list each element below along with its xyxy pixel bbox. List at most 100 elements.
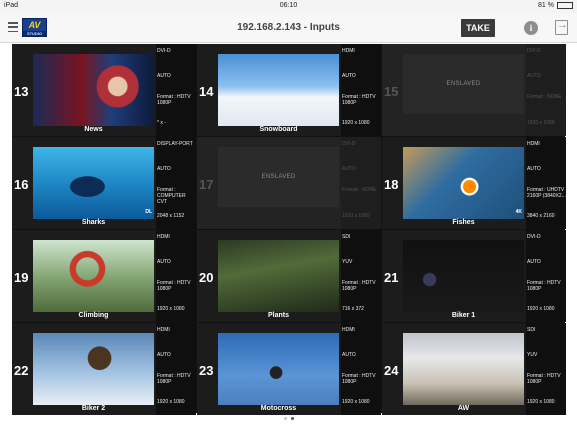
input-preview[interactable] — [218, 54, 339, 126]
input-preview[interactable] — [218, 240, 339, 312]
input-number: 16 — [14, 177, 29, 192]
input-resolution: 1920 x 1080 — [157, 399, 185, 405]
input-mode: YUV — [342, 259, 353, 265]
input-name: Climbing — [78, 312, 109, 319]
input-name: Biker 2 — [81, 405, 106, 412]
nav-bar: AV STUDIO 192.168.2.143 - Inputs TAKE i — [0, 13, 577, 43]
input-number: 18 — [384, 177, 399, 192]
input-number: 22 — [14, 363, 29, 378]
input-number: 17 — [199, 177, 214, 192]
input-name: Sharks — [81, 219, 106, 226]
input-number: 24 — [384, 363, 399, 378]
input-preview[interactable] — [218, 333, 339, 405]
input-type: DISPLAY-PORT — [157, 141, 193, 147]
inputs-grid: 13 News DVI-D AUTO Format : HDTV 1080P *… — [12, 44, 566, 415]
input-tag: 4K — [515, 209, 522, 215]
input-tile-20[interactable]: 20 Plants SDI YUV Format : HDTV 1080P 71… — [197, 230, 381, 322]
input-name: Motocross — [260, 405, 297, 412]
input-name: AW — [457, 405, 470, 412]
battery-percent: 81 % — [538, 2, 554, 9]
input-resolution: 1920 x 1080 — [527, 120, 555, 126]
input-mode: YUV — [527, 352, 538, 358]
input-info-panel: HDMI AUTO Format : HDTV 1080P 1920 x 108… — [341, 44, 381, 136]
enslaved-label: ENSLAVED — [218, 147, 339, 207]
input-info-panel: DISPLAY-PORT AUTO Format : COMPUTER CVT … — [156, 137, 196, 229]
input-type: DVI-D — [527, 234, 541, 240]
input-format: Format : UHDTV 2160P (3840X2... — [527, 187, 566, 199]
input-name: Snowboard — [259, 126, 298, 133]
input-info-panel: SDI YUV Format : HDTV 1080P 716 x 372 — [341, 230, 381, 322]
input-resolution: * x - — [157, 120, 166, 126]
input-tile-24[interactable]: 24 AW SDI YUV Format : HDTV 1080P 1920 x… — [382, 323, 566, 415]
input-mode: AUTO — [157, 73, 171, 79]
input-type: HDMI — [157, 234, 170, 240]
input-info-panel: SDI YUV Format : HDTV 1080P 1920 x 1080 — [526, 323, 566, 415]
input-tile-14[interactable]: 14 Snowboard HDMI AUTO Format : HDTV 108… — [197, 44, 381, 136]
input-format: Format : HDTV 1080P — [342, 373, 376, 385]
input-info-panel: DVI-D AUTO Format : NONE 1920 x 1080 — [341, 137, 381, 229]
input-resolution: 3840 x 2160 — [527, 213, 555, 219]
input-resolution: 1920 x 1080 — [342, 213, 370, 219]
input-name: Biker 1 — [451, 312, 476, 319]
input-format: Format : NONE — [342, 187, 377, 193]
battery-status: 81 % — [538, 2, 573, 9]
input-tile-22[interactable]: 22 Biker 2 HDMI AUTO Format : HDTV 1080P… — [12, 323, 196, 415]
input-resolution: 2048 x 1152 — [157, 213, 185, 219]
input-mode: AUTO — [342, 352, 356, 358]
input-resolution: 1920 x 1080 — [342, 120, 370, 126]
input-resolution: 1920 x 1080 — [527, 399, 555, 405]
input-tag: DL — [145, 209, 152, 215]
input-number: 23 — [199, 363, 214, 378]
input-preview[interactable] — [33, 54, 154, 126]
input-number: 15 — [384, 84, 399, 99]
device-label: iPad — [4, 2, 19, 9]
input-info-panel: HDMI AUTO Format : HDTV 1080P 1920 x 108… — [156, 230, 196, 322]
input-tile-23[interactable]: 23 Motocross HDMI AUTO Format : HDTV 108… — [197, 323, 381, 415]
page-dot-active[interactable] — [290, 417, 294, 420]
input-format: Format : HDTV 1080P — [342, 94, 376, 106]
input-preview[interactable] — [33, 147, 154, 219]
input-tile-15[interactable]: 15 DVI-D AUTO Format : NONE 1920 x 1080 … — [382, 44, 566, 136]
input-mode: AUTO — [157, 259, 171, 265]
input-tile-17[interactable]: 17 DVI-D AUTO Format : NONE 1920 x 1080 … — [197, 137, 381, 229]
input-number: 21 — [384, 270, 399, 285]
input-type: DVI-D — [527, 48, 541, 54]
input-format: Format : NONE — [527, 94, 562, 100]
page-dot[interactable] — [283, 417, 287, 420]
input-format: Format : HDTV 1080P — [527, 280, 561, 292]
input-mode: AUTO — [157, 352, 171, 358]
input-name: Plants — [267, 312, 289, 319]
input-mode: AUTO — [157, 166, 171, 172]
input-preview[interactable] — [403, 147, 524, 219]
input-tile-16[interactable]: 16 Sharks DISPLAY-PORT AUTO Format : COM… — [12, 137, 196, 229]
input-tile-18[interactable]: 18 Fishes HDMI AUTO Format : UHDTV 2160P… — [382, 137, 566, 229]
input-mode: AUTO — [527, 166, 541, 172]
input-number: 13 — [14, 84, 29, 99]
status-bar: iPad 06:10 81 % — [0, 0, 577, 13]
input-tile-21[interactable]: 21 Biker 1 DVI-D AUTO Format : HDTV 1080… — [382, 230, 566, 322]
input-tile-19[interactable]: 19 Climbing HDMI AUTO Format : HDTV 1080… — [12, 230, 196, 322]
status-time: 06:10 — [279, 2, 298, 9]
input-preview[interactable] — [403, 240, 524, 312]
input-type: DVI-D — [342, 141, 356, 147]
input-info-panel: HDMI AUTO Format : HDTV 1080P 1920 x 108… — [341, 323, 381, 415]
input-preview[interactable] — [403, 333, 524, 405]
enslaved-label: ENSLAVED — [403, 54, 524, 114]
input-format: Format : HDTV 1080P — [157, 280, 191, 292]
input-info-panel: HDMI AUTO Format : HDTV 1080P 1920 x 108… — [156, 323, 196, 415]
take-button[interactable]: TAKE — [461, 19, 495, 37]
info-icon[interactable]: i — [524, 21, 538, 35]
input-name: News — [84, 126, 103, 133]
input-preview[interactable] — [33, 240, 154, 312]
exit-icon[interactable] — [555, 19, 568, 35]
input-resolution: 1920 x 1080 — [342, 399, 370, 405]
input-name: Fishes — [452, 219, 475, 226]
input-type: DVI-D — [157, 48, 171, 54]
input-resolution: 1920 x 1080 — [527, 306, 555, 312]
input-preview[interactable] — [33, 333, 154, 405]
input-info-panel: DVI-D AUTO Format : HDTV 1080P * x - — [156, 44, 196, 136]
page-indicator[interactable] — [0, 417, 577, 425]
input-tile-13[interactable]: 13 News DVI-D AUTO Format : HDTV 1080P *… — [12, 44, 196, 136]
input-number: 14 — [199, 84, 214, 99]
input-info-panel: DVI-D AUTO Format : HDTV 1080P 1920 x 10… — [526, 230, 566, 322]
